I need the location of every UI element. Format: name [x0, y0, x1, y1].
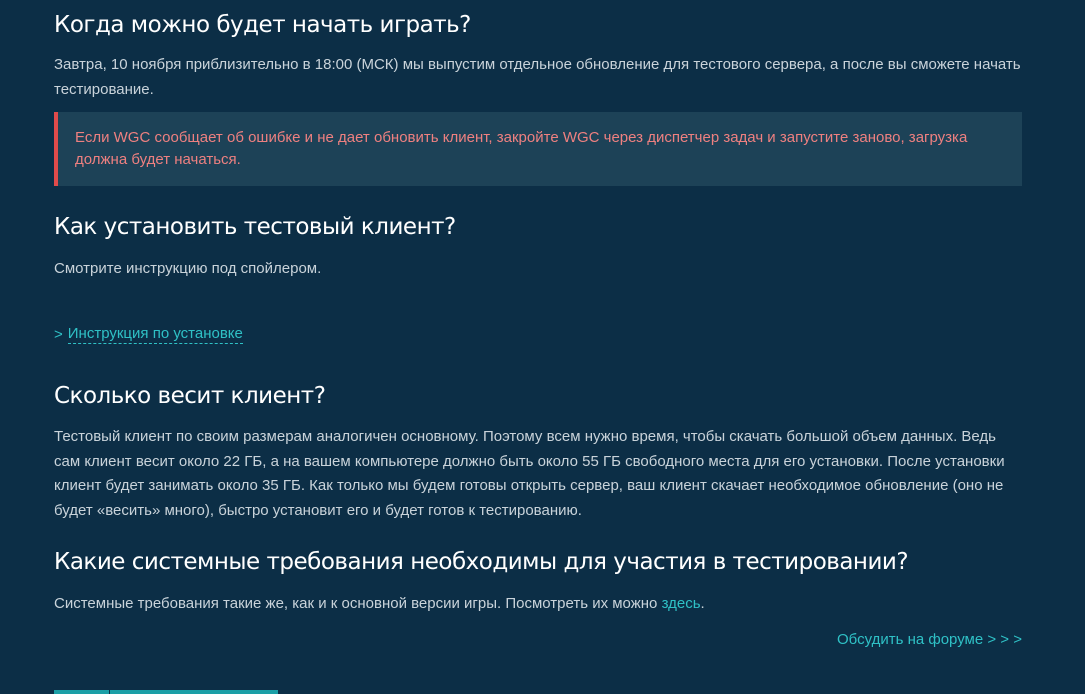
section-title-start: Когда можно будет начать играть?	[54, 12, 471, 38]
warning-alert: Если WGC сообщает об ошибке и не дает об…	[54, 112, 1022, 186]
section-text-start: Завтра, 10 ноября приблизительно в 18:00…	[54, 56, 1021, 98]
section-title-size: Сколько весит клиент?	[54, 383, 326, 409]
section-text-size: Тестовый клиент по своим размерам аналог…	[54, 428, 1005, 519]
spoiler-label: Инструкция по установке	[67, 324, 243, 344]
install-instructions-spoiler[interactable]: > Инструкция по установке	[54, 322, 243, 346]
tab-divider	[109, 690, 110, 694]
section-text-install: Смотрите инструкцию под спойлером.	[54, 260, 322, 277]
bottom-tab-bar[interactable]	[54, 690, 278, 694]
section-text-requirements: Системные требования такие же, как и к о…	[54, 592, 1022, 617]
discuss-on-forum-link[interactable]: Обсудить на форуме > > >	[837, 629, 1022, 651]
article-content: Когда можно будет начать играть? Завтра,…	[0, 0, 1085, 694]
warning-alert-text: Если WGC сообщает об ошибке и не дает об…	[75, 129, 968, 168]
section-title-requirements: Какие системные требования необходимы дл…	[54, 549, 909, 575]
section-title-install: Как установить тестовый клиент?	[54, 214, 456, 240]
chevron-right-icon: >	[54, 325, 63, 343]
requirements-text-after: .	[700, 595, 705, 612]
requirements-link[interactable]: здесь	[662, 595, 701, 612]
requirements-text-before: Системные требования такие же, как и к о…	[54, 595, 662, 612]
